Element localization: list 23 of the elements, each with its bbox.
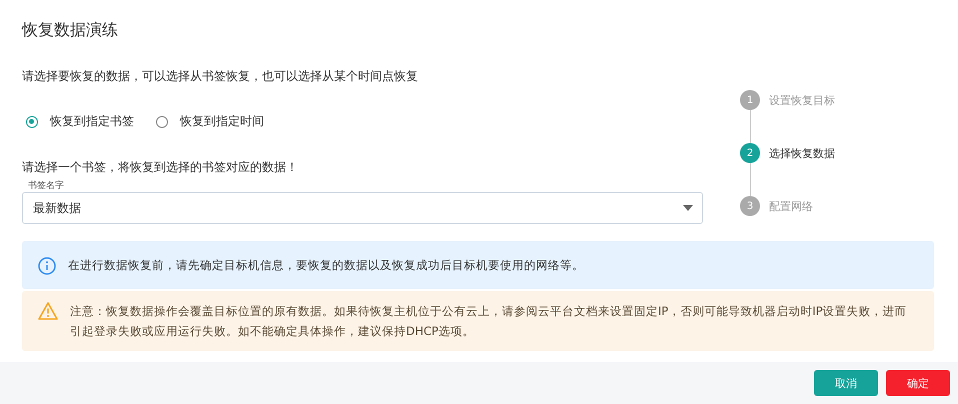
hint-text: 请选择一个书签，将恢复到选择的书签对应的数据！ [22,159,299,176]
step-number: 2 [740,143,760,163]
alert-text: 注意：恢复数据操作会覆盖目标位置的原有数据。如果待恢复主机位于公有云上，请参阅云平台文档来设置固定IP，否则可能导致机器启动时IP设置失败，进而引起登录失败或应用运行失败。如不能确定具体操作，建议保持DHCP选项。 [70,303,908,340]
radio-label: 恢复到指定书签 [50,113,134,130]
step-number: 3 [740,196,760,216]
radio-option[interactable]: 恢复到指定书签 [26,113,134,130]
bookmark-select[interactable]: 最新数据 [22,192,703,224]
radio-option[interactable]: 恢复到指定时间 [156,113,264,130]
step-label: 配置网络 [769,198,813,214]
warning-icon [38,302,58,320]
dialog-title: 恢复数据演练 [22,20,119,41]
step-label: 设置恢复目标 [769,92,835,108]
field-label: 书签名字 [28,181,65,191]
step-label: 选择恢复数据 [769,146,835,160]
confirm-button[interactable]: 确定 [886,370,950,396]
step-number: 1 [740,90,760,110]
dropdown-icon [683,205,693,211]
alert-text: 在进行数据恢复前，请先确定目标机信息，要恢复的数据以及恢复成功后目标机要使用的网络等。 [68,257,584,274]
description-text: 请选择要恢复的数据，可以选择从书签恢复，也可以选择从某个时间点恢复 [22,68,419,85]
radio-icon[interactable] [156,116,168,128]
radio-label: 恢复到指定时间 [180,113,264,130]
info-icon [38,256,56,274]
radio-icon[interactable] [26,116,38,128]
